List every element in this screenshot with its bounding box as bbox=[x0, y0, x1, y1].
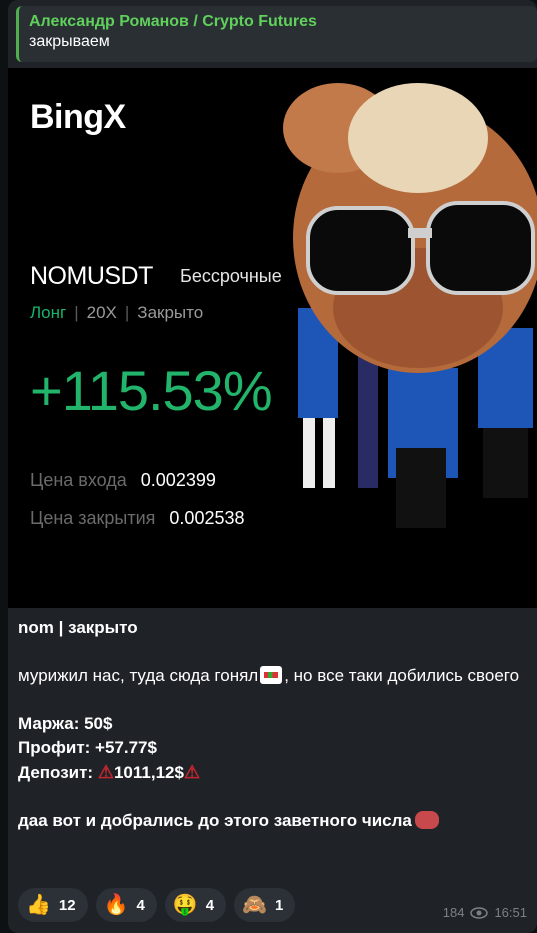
message-line-part: мурижил нас, туда сюда гонял bbox=[18, 666, 259, 685]
message-text: nom | закрыто мурижил нас, туда сюда гон… bbox=[18, 616, 528, 833]
deposit-value: 1011,12$ bbox=[113, 763, 184, 782]
message-footer: 184 16:51 bbox=[443, 905, 527, 920]
separator: | bbox=[124, 303, 130, 322]
money-icon: 🤑 bbox=[172, 894, 198, 916]
deposit-label: Депозит: bbox=[18, 763, 94, 782]
lips-emoji-icon bbox=[414, 811, 439, 829]
reaction-monkey[interactable]: 🙈 1 bbox=[234, 888, 296, 922]
warning-icon: ⚠ bbox=[97, 762, 114, 782]
view-count: 184 bbox=[442, 905, 465, 920]
message-line-part: , но все таки добились своего bbox=[284, 666, 520, 685]
position-meta: Лонг | 20X | Закрыто bbox=[30, 303, 203, 323]
profit-line: Профит: +57.77$ bbox=[18, 738, 157, 757]
monkey-icon: 🙈 bbox=[242, 894, 267, 916]
reaction-count: 1 bbox=[275, 896, 284, 914]
reaction-thumbs-up[interactable]: 👍 12 bbox=[18, 888, 88, 922]
message-time: 16:51 bbox=[494, 905, 527, 920]
reply-author: Александр Романов / Crypto Futures bbox=[29, 13, 317, 30]
reaction-money[interactable]: 🤑 4 bbox=[164, 888, 227, 922]
message-bubble[interactable]: Александр Романов / Crypto Futures закры… bbox=[8, 0, 537, 933]
reply-text: закрываем bbox=[29, 33, 110, 50]
money-bag-emoji-icon bbox=[260, 666, 283, 684]
close-price-row: Цена закрытия 0.002538 bbox=[30, 508, 245, 529]
trade-card-image[interactable]: BingX NOMUSDT Бессрочные Лонг | 20X | За… bbox=[8, 68, 537, 608]
reaction-count: 4 bbox=[136, 896, 145, 914]
pnl-percent: +115.53% bbox=[30, 359, 273, 422]
reaction-count: 12 bbox=[58, 896, 76, 914]
thumbs-up-icon: 👍 bbox=[26, 894, 51, 916]
entry-price-label: Цена входа bbox=[30, 470, 127, 490]
close-price-label: Цена закрытия bbox=[30, 508, 156, 528]
eye-icon bbox=[470, 906, 489, 919]
deposit-line: Депозит: ⚠1011,12$⚠ bbox=[18, 760, 528, 785]
position-side: Лонг bbox=[30, 303, 67, 322]
final-line-text: даа вот и добрались до этого заветного ч… bbox=[18, 811, 412, 830]
margin-line: Маржа: 50$ bbox=[18, 714, 113, 733]
separator: | bbox=[74, 303, 79, 322]
leverage: 20X bbox=[86, 303, 117, 322]
fire-icon: 🔥 bbox=[103, 894, 129, 916]
message-line: мурижил нас, туда сюда гонял , но все так… bbox=[18, 664, 528, 688]
contract-type: Бессрочные bbox=[180, 266, 282, 286]
reply-quote[interactable]: Александр Романов / Crypto Futures закры… bbox=[16, 6, 537, 62]
mascot-illustration bbox=[283, 83, 537, 528]
position-status: Закрыто bbox=[137, 303, 204, 322]
warning-icon: ⚠ bbox=[183, 762, 201, 782]
entry-price-row: Цена входа 0.002399 bbox=[30, 470, 216, 491]
reaction-fire[interactable]: 🔥 4 bbox=[95, 888, 157, 922]
reaction-count: 4 bbox=[205, 896, 215, 914]
trading-pair: NOMUSDT bbox=[30, 262, 153, 290]
reactions-bar: 👍 12 🔥 4 🤑 4 🙈 1 bbox=[18, 888, 296, 922]
final-line: даа вот и добрались до этого заветного ч… bbox=[18, 809, 528, 833]
entry-price-value: 0.002399 bbox=[140, 470, 216, 490]
close-price-value: 0.002538 bbox=[169, 508, 245, 528]
brand-logo: BingX bbox=[30, 98, 126, 136]
message-title: nom | закрыто bbox=[18, 618, 138, 637]
